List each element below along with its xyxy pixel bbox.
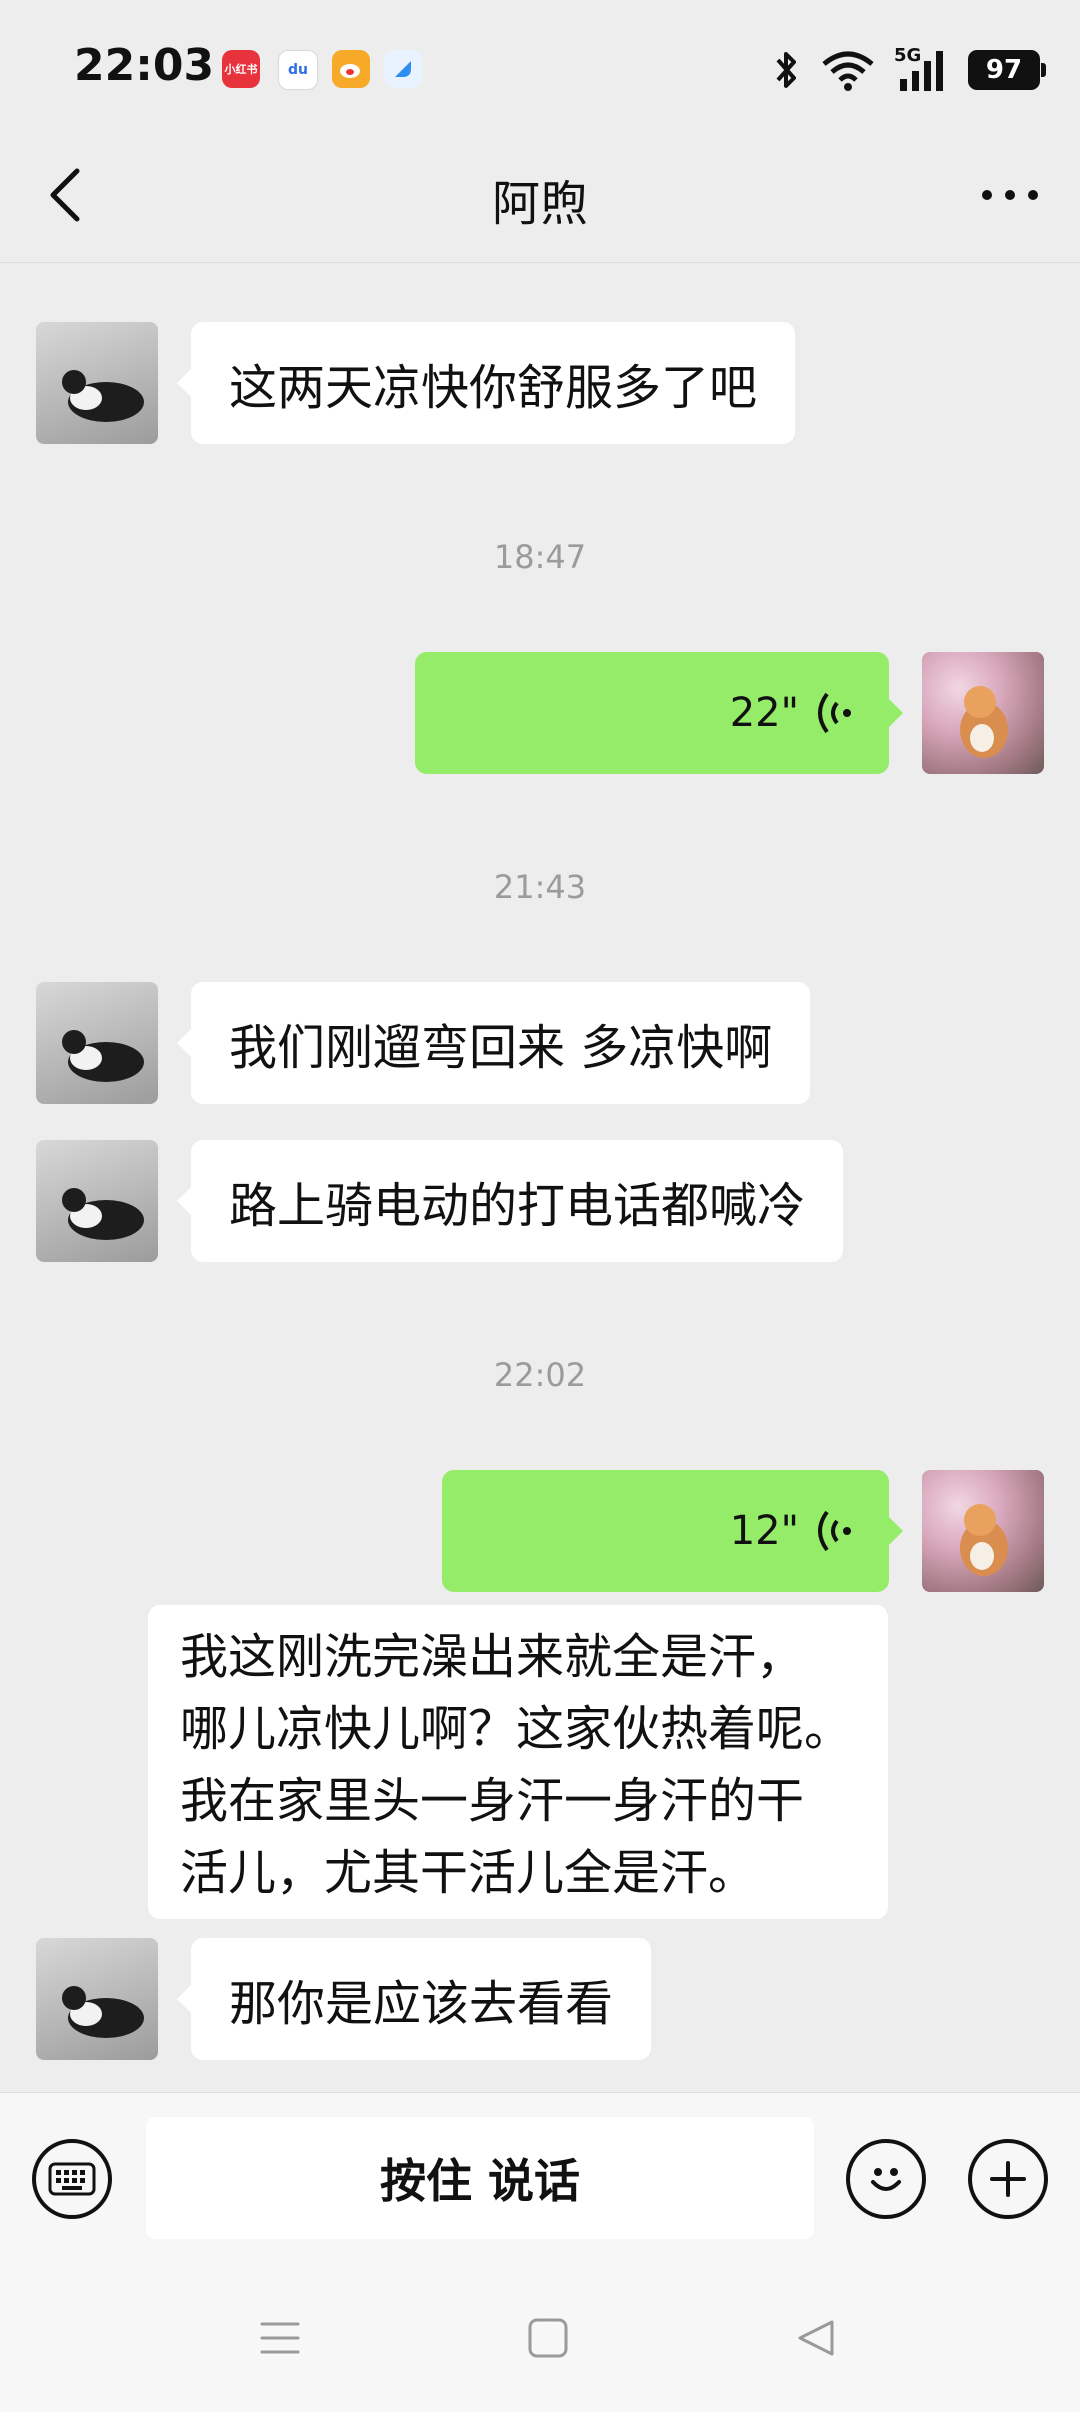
- voice-duration: 12": [729, 1508, 799, 1554]
- system-nav-bar: [0, 2252, 1080, 2412]
- more-functions-button[interactable]: [968, 2139, 1048, 2219]
- back-triangle-icon: [798, 2320, 834, 2356]
- menu-icon: [260, 2322, 300, 2354]
- keyboard-icon: [48, 2162, 96, 2196]
- message-bubble-received[interactable]: 我们刚遛弯回来 多凉快啊: [176, 982, 811, 1104]
- status-bar: 22:03 小红书 du 5G 97: [0, 0, 1080, 130]
- self-avatar[interactable]: [922, 652, 1044, 774]
- contact-avatar[interactable]: [36, 982, 158, 1104]
- transcript-line: 我在家里头一身汗一身汗的干: [180, 1773, 805, 1829]
- emoji-button[interactable]: [846, 2139, 926, 2219]
- weibo-icon: [332, 50, 370, 88]
- status-indicators: 5G 97: [772, 44, 1046, 96]
- voice-wave-icon: [818, 692, 851, 734]
- chat-header: 阿煦: [0, 130, 1080, 263]
- self-avatar[interactable]: [922, 1470, 1044, 1592]
- clock: 22:03: [74, 40, 215, 91]
- timestamp: 21:43: [493, 868, 587, 906]
- voice-wave-icon: [818, 1510, 851, 1552]
- timestamp: 18:47: [493, 538, 587, 576]
- transcript-line: 哪儿凉快儿啊？这家伙热着呢。: [180, 1701, 853, 1757]
- keyboard-toggle-button[interactable]: [32, 2139, 112, 2219]
- message-bubble-received[interactable]: 这两天凉快你舒服多了吧: [176, 322, 796, 444]
- recent-apps-button[interactable]: [250, 2308, 310, 2368]
- voice-duration: 22": [729, 690, 799, 736]
- contact-avatar[interactable]: [36, 1938, 158, 2060]
- home-square-icon: [528, 2318, 568, 2358]
- cellular-signal-icon: 5G: [894, 45, 950, 93]
- input-bar: 按住 说话: [0, 2092, 1080, 2253]
- home-button[interactable]: [518, 2308, 578, 2368]
- bluetooth-icon: [776, 52, 796, 88]
- xiaohongshu-icon: 小红书: [222, 50, 260, 88]
- transcript-line: 活儿，尤其干活儿全是汗。: [180, 1845, 757, 1901]
- wifi-icon: [822, 51, 874, 91]
- contact-avatar[interactable]: [36, 322, 158, 444]
- emoji-icon: [871, 2168, 901, 2191]
- battery-indicator: 97: [968, 50, 1046, 90]
- more-dots-icon: [982, 190, 1038, 200]
- contact-name: 阿煦: [491, 176, 588, 232]
- system-back-button[interactable]: [786, 2308, 846, 2368]
- message-bubble-received[interactable]: 路上骑电动的打电话都喊冷: [176, 1140, 844, 1262]
- voice-transcript[interactable]: 我这刚洗完澡出来就全是汗， 哪儿凉快儿啊？这家伙热着呢。 我在家里头一身汗一身汗…: [148, 1605, 888, 1919]
- plus-icon: [990, 2161, 1026, 2197]
- voice-message-bubble[interactable]: 22": [415, 652, 903, 774]
- timestamp: 22:02: [493, 1356, 587, 1394]
- contact-avatar[interactable]: [36, 1140, 158, 1262]
- transcript-line: 我这刚洗完澡出来就全是汗，: [180, 1629, 805, 1685]
- app-blue-icon: [384, 50, 422, 88]
- baidu-icon: du: [278, 50, 318, 90]
- more-options-button[interactable]: [970, 160, 1050, 230]
- message-bubble-received[interactable]: 那你是应该去看看: [176, 1938, 652, 2060]
- voice-message-bubble[interactable]: 12": [442, 1470, 903, 1592]
- hold-to-talk-button[interactable]: 按住 说话: [146, 2117, 814, 2239]
